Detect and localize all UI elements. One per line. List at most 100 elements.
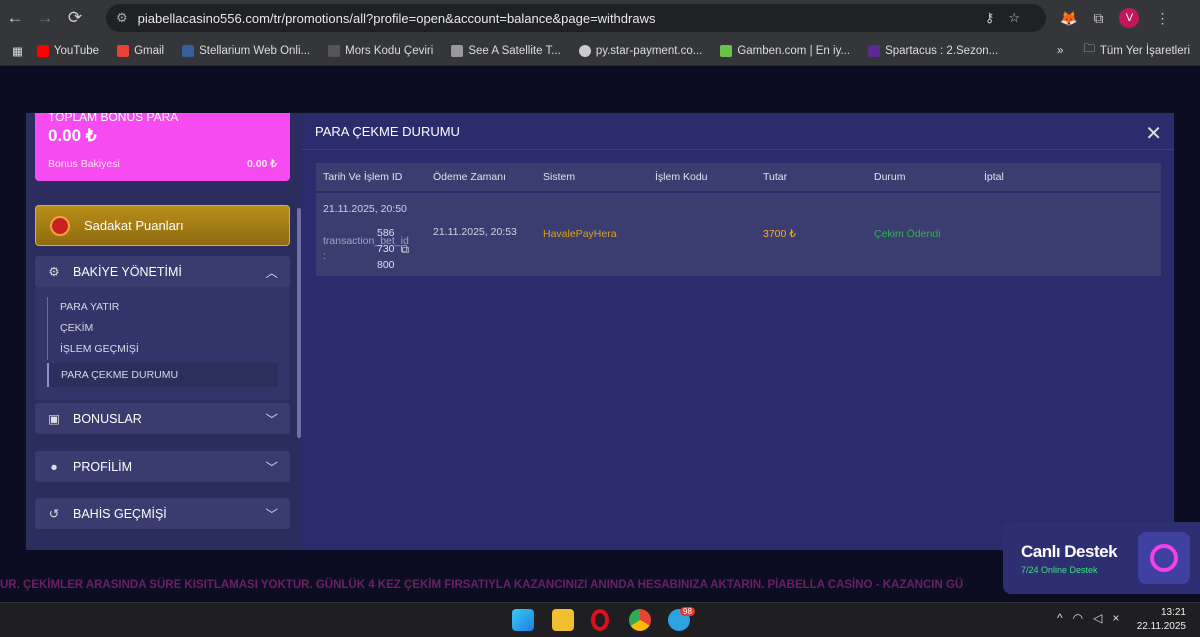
apps-icon[interactable]: ▦: [12, 44, 23, 58]
column-header: Tarih Ve İşlem ID: [323, 171, 403, 183]
windows-start-icon[interactable]: [512, 609, 534, 631]
gmail-icon: [117, 44, 130, 57]
extensions-icon[interactable]: ⧉: [1093, 10, 1103, 27]
balance-management-label: BAKİYE YÖNETİMİ: [73, 264, 182, 279]
telegram-badge: 98: [680, 607, 695, 616]
wifi-icon[interactable]: ◠: [1073, 611, 1093, 625]
forward-icon[interactable]: →: [30, 8, 60, 28]
opera-icon[interactable]: [591, 609, 609, 631]
transaction-code: [648, 193, 756, 276]
bonus-balance-card: TOPLAM BONUS PARA 0.00 ₺ Bonus Bakiyesi 0…: [35, 113, 290, 181]
close-icon[interactable]: ✕: [1145, 121, 1162, 146]
loyalty-points-button[interactable]: Sadakat Puanları: [35, 205, 290, 246]
amount: 3700 ₺: [763, 228, 796, 240]
browser-toolbar: ← → ⟳ ⚙ piabellacasino556.com/tr/promoti…: [0, 0, 1200, 36]
metamask-extension-icon[interactable]: 🦊: [1060, 10, 1077, 27]
live-support-widget[interactable]: Canlı Destek 7/24 Online Destek: [1003, 522, 1200, 594]
support-subtitle: 7/24 Online Destek: [1021, 564, 1098, 575]
coin-icon: [50, 215, 70, 236]
bonuses-label: BONUSLAR: [73, 411, 142, 426]
request-date: 21.11.2025, 20:50: [323, 203, 407, 215]
system-clock[interactable]: 13:21 22.11.2025: [1137, 606, 1186, 634]
modal-title: PARA ÇEKME DURUMU: [315, 123, 460, 139]
site-settings-icon[interactable]: ⚙: [116, 10, 128, 26]
table-header: Tarih Ve İşlem ID Ödeme Zamanı Sistem İş…: [316, 163, 1161, 193]
file-explorer-icon[interactable]: [552, 609, 574, 631]
muted-speaker-icon[interactable]: ◁×: [1093, 611, 1129, 625]
column-header: Ödeme Zamanı: [433, 171, 506, 183]
back-icon[interactable]: ←: [0, 8, 30, 28]
profile-avatar[interactable]: V: [1119, 8, 1140, 28]
transaction-id-part: 586: [377, 227, 395, 239]
bookmark-satellite[interactable]: See A Satellite T...: [451, 44, 561, 57]
withdraw-table: Tarih Ve İşlem ID Ödeme Zamanı Sistem İş…: [316, 163, 1161, 276]
balance-submenu: PARA YATIR ÇEKİM İŞLEM GEÇMİŞİ PARA ÇEKM…: [35, 287, 290, 400]
globe-icon: [578, 44, 591, 57]
profile-toggle[interactable]: ● PROFİLİM ﹀: [35, 451, 290, 482]
taskbar: 98 ^◠◁× 13:21 22.11.2025: [0, 602, 1200, 637]
bonus-balance-value: 0.00 ₺: [246, 158, 277, 170]
submenu-withdraw[interactable]: ÇEKİM: [47, 318, 278, 339]
submenu-transaction-history[interactable]: İŞLEM GEÇMİŞİ: [47, 339, 278, 360]
user-icon: ●: [50, 459, 58, 474]
mors-icon: [328, 44, 341, 57]
column-header: Sistem: [543, 171, 576, 183]
spartacus-icon: [868, 44, 881, 57]
chevron-down-icon: ﹀: [265, 508, 278, 522]
chevron-down-icon: ﹀: [265, 461, 278, 475]
chat-icon: [1138, 532, 1190, 584]
bookmark-spartacus[interactable]: Spartacus : 2.Sezon...: [868, 44, 998, 57]
submenu-withdraw-status[interactable]: PARA ÇEKME DURUMU: [47, 363, 278, 387]
account-sidebar: TOPLAM BONUS PARA 0.00 ₺ Bonus Bakiyesi 0…: [26, 113, 302, 550]
bet-history-label: BAHİS GEÇMİŞİ: [73, 506, 167, 521]
stellarium-icon: [182, 44, 195, 57]
reload-icon[interactable]: ⟳: [60, 8, 90, 28]
chevron-down-icon: ﹀: [265, 413, 278, 427]
bookmark-gamben[interactable]: Gamben.com | En iy...: [720, 44, 850, 57]
submenu-deposit[interactable]: PARA YATIR: [47, 297, 278, 318]
profile-label: PROFİLİM: [73, 459, 133, 474]
bonuses-toggle[interactable]: ▣ BONUSLAR ﹀: [35, 403, 290, 434]
bonus-title: TOPLAM BONUS PARA: [48, 113, 179, 124]
bookmark-youtube[interactable]: YouTube: [36, 44, 99, 57]
payment-system: HavalePayHera: [543, 228, 617, 240]
payment-time: 21.11.2025, 20:53: [433, 226, 517, 238]
bookmark-mors[interactable]: Mors Kodu Çeviri: [328, 44, 433, 57]
password-key-icon[interactable]: ⚷: [985, 10, 1009, 25]
satellite-icon: [451, 44, 464, 57]
all-bookmarks[interactable]: 🗀 Tüm Yer İşaretleri: [1083, 41, 1190, 60]
gear-icon: ⚙: [48, 265, 60, 279]
address-bar[interactable]: ⚙ piabellacasino556.com/tr/promotions/al…: [106, 4, 1046, 32]
bet-history-toggle[interactable]: ↺ BAHİS GEÇMİŞİ ﹀: [35, 498, 290, 529]
folder-icon: 🗀: [1083, 43, 1095, 55]
transaction-id-part: 800: [377, 259, 395, 271]
table-row: 21.11.2025, 20:50 transaction_bet_id : 5…: [316, 193, 1161, 276]
show-hidden-icons[interactable]: ^: [1057, 611, 1073, 625]
more-bookmarks-icon[interactable]: »: [1057, 45, 1063, 57]
bookmark-gmail[interactable]: Gmail: [117, 44, 164, 57]
bookmarks-bar: ▦ YouTube Gmail Stellarium Web Onli... M…: [0, 36, 1200, 66]
bookmark-star-icon[interactable]: ☆: [1008, 10, 1034, 25]
loyalty-label: Sadakat Puanları: [84, 218, 184, 233]
chrome-icon[interactable]: [629, 609, 651, 631]
column-header: Durum: [874, 171, 906, 183]
menu-icon[interactable]: ⋮: [1155, 10, 1169, 27]
bookmark-star-payment[interactable]: py.star-payment.co...: [578, 44, 702, 57]
clock-date: 22.11.2025: [1136, 621, 1186, 632]
copy-icon[interactable]: ⧉: [401, 242, 410, 257]
bonus-value: 0.00 ₺: [48, 126, 97, 145]
clock-time: 13:21: [1160, 607, 1186, 618]
cancel-cell: [977, 193, 1157, 276]
column-header: İptal: [984, 171, 1004, 183]
gift-icon: ▣: [48, 412, 60, 426]
chevron-up-icon: ︿: [265, 266, 278, 280]
bookmark-stellarium[interactable]: Stellarium Web Onli...: [182, 44, 310, 57]
balance-management-toggle[interactable]: ⚙ BAKİYE YÖNETİMİ ︿: [35, 256, 290, 287]
status: Çekim Ödendi: [874, 228, 941, 240]
announcement-marquee: UR. ÇEKİMLER ARASINDA SÜRE KISITLAMASI Y…: [0, 579, 964, 591]
support-title: Canlı Destek: [1021, 541, 1118, 561]
bonus-balance-label: Bonus Bakiyesi: [48, 158, 120, 170]
column-header: Tutar: [763, 171, 788, 183]
transaction-id-part: 730: [377, 243, 395, 255]
sidebar-scrollbar[interactable]: [297, 208, 301, 438]
